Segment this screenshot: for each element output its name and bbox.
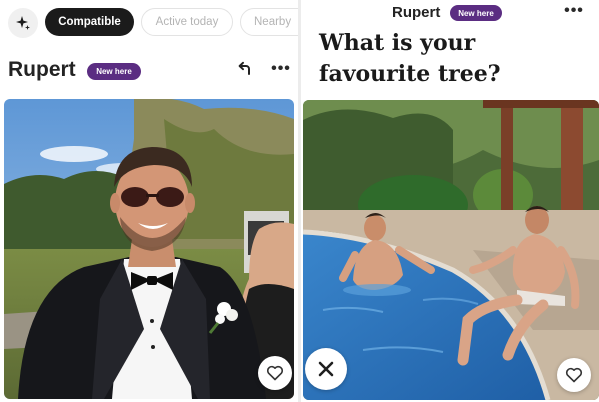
more-options-button[interactable]: ••• [268,58,294,80]
filter-chip-label: Compatible [58,16,121,28]
pool-photo-illustration [303,100,599,400]
undo-button[interactable] [232,58,258,80]
like-button[interactable] [557,358,591,392]
like-button[interactable] [258,356,292,390]
pass-button[interactable] [305,348,347,390]
profile-name: Rupert [8,58,76,81]
profile-card-right: Rupert New here ••• What is your favouri… [301,0,599,402]
filter-chip-nearby[interactable]: Nearby [240,8,298,36]
sparkle-icon [16,16,30,30]
profile-name: Rupert [392,4,441,21]
close-icon [318,361,334,377]
heart-icon [565,367,583,383]
sparkle-button[interactable] [8,8,38,38]
new-here-badge: New here [450,5,502,21]
filter-chip-label: Nearby [254,16,292,28]
new-here-badge: New here [87,63,141,80]
more-options-button[interactable]: ••• [561,2,587,20]
suit-photo-illustration [4,99,294,399]
profile-photo[interactable] [303,100,599,400]
heart-icon [266,365,284,381]
undo-icon [238,61,250,75]
profile-photo[interactable] [4,99,294,399]
prompt-question: What is your favourite tree? [319,30,501,87]
more-icon: ••• [271,60,291,77]
filter-chip-label: Active today [155,16,219,28]
filter-chip-compatible[interactable]: Compatible [45,8,134,36]
more-icon: ••• [564,2,584,19]
filter-chip-active-today[interactable]: Active today [141,8,233,36]
profile-card-left: Compatible Active today Nearby Rupert Ne… [0,0,298,402]
